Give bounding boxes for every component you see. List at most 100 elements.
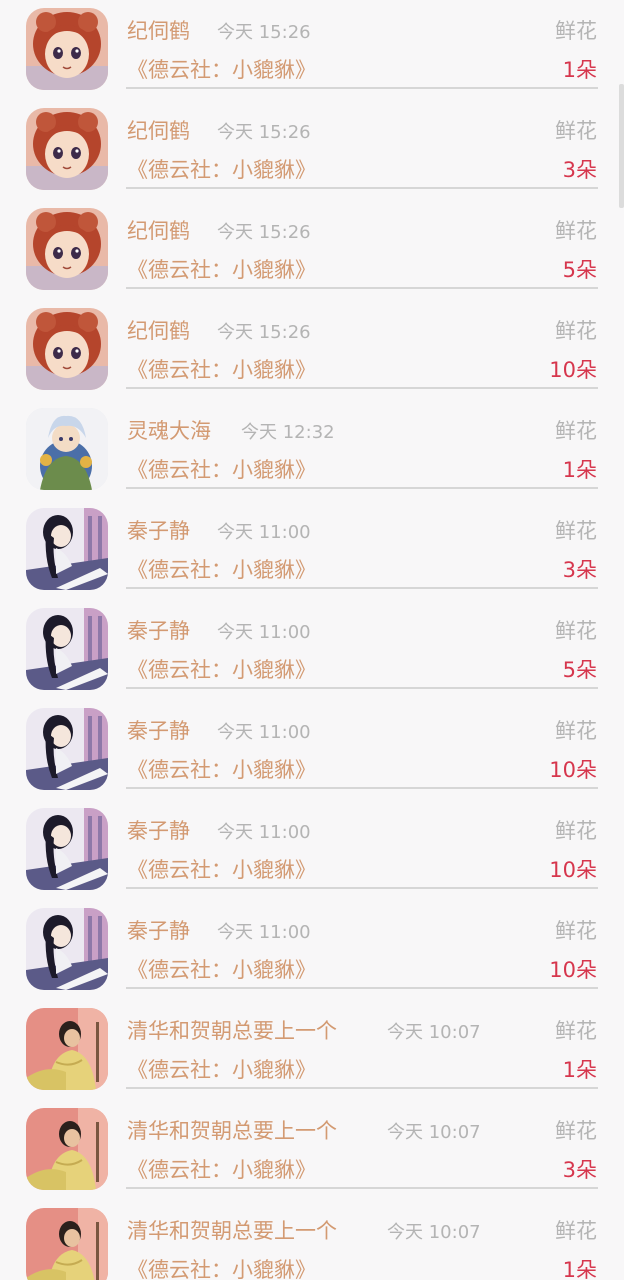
- gift-quantity: 5朵: [562, 658, 597, 682]
- book-title-link[interactable]: 《德云社：小貔貅》: [127, 1154, 316, 1184]
- timestamp: 今天 15:26: [217, 322, 311, 343]
- gift-quantity: 1朵: [562, 458, 597, 482]
- row-divider: [126, 887, 598, 889]
- anime-girl-dark-hair-avatar-icon[interactable]: [26, 608, 108, 690]
- gift-type-label: 鲜花: [555, 1019, 597, 1043]
- gift-quantity: 10朵: [549, 758, 597, 782]
- user-name[interactable]: 灵魂大海: [127, 415, 211, 445]
- user-name[interactable]: 秦子静: [127, 515, 190, 545]
- gift-quantity: 5朵: [562, 258, 597, 282]
- anime-figure-blue-avatar-icon[interactable]: [26, 408, 108, 490]
- user-name[interactable]: 清华和贺朝总要上一个: [127, 1115, 337, 1145]
- book-title-link[interactable]: 《德云社：小貔貅》: [127, 1054, 316, 1084]
- anime-girl-red-hair-avatar-icon[interactable]: [26, 108, 108, 190]
- row-divider: [126, 587, 598, 589]
- user-name[interactable]: 纪伺鹤: [127, 215, 190, 245]
- gift-record-list[interactable]: 纪伺鹤 今天 15:26 鲜花 《德云社：小貔貅》 1朵 纪伺鹤 今天 15:26 鲜花 《德云…: [0, 0, 624, 1280]
- gift-type-label: 鲜花: [555, 419, 597, 443]
- gift-record-row[interactable]: 清华和贺朝总要上一个 今天 10:07 鲜花 《德云社：小貔貅》 1朵: [0, 996, 624, 1096]
- gift-quantity: 3朵: [562, 558, 597, 582]
- row-divider: [126, 787, 598, 789]
- book-title-link[interactable]: 《德云社：小貔貅》: [127, 454, 316, 484]
- book-title-link[interactable]: 《德云社：小貔貅》: [127, 654, 316, 684]
- user-name[interactable]: 纪伺鹤: [127, 115, 190, 145]
- gift-record-row[interactable]: 纪伺鹤 今天 15:26 鲜花《德云社：小貔貅》 3朵: [0, 96, 624, 196]
- gift-record-row[interactable]: 纪伺鹤 今天 15:26 鲜花《德云社：小貔貅》 5朵: [0, 196, 624, 296]
- row-divider: [126, 687, 598, 689]
- gift-record-row[interactable]: 清华和贺朝总要上一个 今天 10:07 鲜花《德云社：小貔貅》 3朵: [0, 1096, 624, 1196]
- anime-girl-red-hair-avatar-icon[interactable]: [26, 208, 108, 290]
- gift-record-row[interactable]: 秦子静 今天 11:00 鲜花《德云社：小貔貅》 5朵: [0, 596, 624, 696]
- row-divider: [126, 87, 598, 89]
- gift-record-row[interactable]: 纪伺鹤 今天 15:26 鲜花《德云社：小貔貅》 10朵: [0, 296, 624, 396]
- user-name[interactable]: 秦子静: [127, 715, 190, 745]
- anime-girl-red-hair-avatar-icon[interactable]: [26, 308, 108, 390]
- gift-quantity: 1朵: [562, 1258, 597, 1280]
- anime-girl-dark-hair-avatar-icon[interactable]: [26, 708, 108, 790]
- book-title-link[interactable]: 《德云社：小貔貅》: [127, 54, 316, 84]
- user-name[interactable]: 秦子静: [127, 815, 190, 845]
- gift-type-label: 鲜花: [555, 1219, 597, 1243]
- gift-record-row[interactable]: 灵魂大海 今天 12:32 鲜花《德云社：小貔貅》 1朵: [0, 396, 624, 496]
- timestamp: 今天 11:00: [217, 622, 311, 643]
- gift-quantity: 10朵: [549, 358, 597, 382]
- anime-girl-dark-hair-avatar-icon[interactable]: [26, 808, 108, 890]
- book-title-link[interactable]: 《德云社：小貔貅》: [127, 1254, 316, 1280]
- gift-record-row[interactable]: 秦子静 今天 11:00 鲜花 《德云社：小貔貅》 10朵: [0, 696, 624, 796]
- user-name[interactable]: 秦子静: [127, 615, 190, 645]
- book-title-link[interactable]: 《德云社：小貔貅》: [127, 354, 316, 384]
- gift-quantity: 3朵: [562, 1158, 597, 1182]
- book-title-link[interactable]: 《德云社：小貔貅》: [127, 554, 316, 584]
- timestamp: 今天 11:00: [217, 822, 311, 843]
- gift-type-label: 鲜花: [555, 519, 597, 543]
- book-title-link[interactable]: 《德云社：小貔貅》: [127, 854, 316, 884]
- user-name[interactable]: 纪伺鹤: [127, 15, 190, 45]
- gift-type-label: 鲜花: [555, 919, 597, 943]
- gift-type-label: 鲜花: [555, 319, 597, 343]
- boy-pink-background-avatar-icon[interactable]: [26, 1008, 108, 1090]
- timestamp: 今天 11:00: [217, 922, 311, 943]
- gift-quantity: 1朵: [562, 58, 597, 82]
- anime-girl-dark-hair-avatar-icon[interactable]: [26, 908, 108, 990]
- row-divider: [126, 1087, 598, 1089]
- gift-type-label: 鲜花: [555, 819, 597, 843]
- timestamp: 今天 11:00: [217, 722, 311, 743]
- timestamp: 今天 15:26: [217, 22, 311, 43]
- book-title-link[interactable]: 《德云社：小貔貅》: [127, 754, 316, 784]
- user-name[interactable]: 清华和贺朝总要上一个: [127, 1015, 337, 1045]
- timestamp: 今天 10:07: [387, 1222, 481, 1243]
- row-divider: [126, 487, 598, 489]
- timestamp: 今天 10:07: [387, 1122, 481, 1143]
- gift-type-label: 鲜花: [555, 119, 597, 143]
- timestamp: 今天 15:26: [217, 122, 311, 143]
- timestamp: 今天 10:07: [387, 1022, 481, 1043]
- row-divider: [126, 287, 598, 289]
- gift-quantity: 10朵: [549, 858, 597, 882]
- user-name[interactable]: 秦子静: [127, 915, 190, 945]
- gift-quantity: 10朵: [549, 958, 597, 982]
- gift-record-row[interactable]: 纪伺鹤 今天 15:26 鲜花 《德云社：小貔貅》 1朵: [0, 0, 624, 96]
- gift-record-row[interactable]: 秦子静 今天 11:00 鲜花《德云社：小貔貅》 10朵: [0, 796, 624, 896]
- boy-pink-background-avatar-icon[interactable]: [26, 1108, 108, 1190]
- timestamp: 今天 11:00: [217, 522, 311, 543]
- book-title-link[interactable]: 《德云社：小貔貅》: [127, 154, 316, 184]
- boy-pink-background-avatar-icon[interactable]: [26, 1208, 108, 1280]
- gift-type-label: 鲜花: [555, 619, 597, 643]
- row-divider: [126, 987, 598, 989]
- gift-record-row[interactable]: 秦子静 今天 11:00 鲜花《德云社：小貔貅》 10朵: [0, 896, 624, 996]
- anime-girl-dark-hair-avatar-icon[interactable]: [26, 508, 108, 590]
- timestamp: 今天 12:32: [241, 422, 335, 443]
- gift-type-label: 鲜花: [555, 219, 597, 243]
- timestamp: 今天 15:26: [217, 222, 311, 243]
- anime-girl-red-hair-avatar-icon[interactable]: [26, 8, 108, 90]
- row-divider: [126, 1187, 598, 1189]
- gift-type-label: 鲜花: [555, 1119, 597, 1143]
- book-title-link[interactable]: 《德云社：小貔貅》: [127, 954, 316, 984]
- gift-quantity: 3朵: [562, 158, 597, 182]
- user-name[interactable]: 纪伺鹤: [127, 315, 190, 345]
- book-title-link[interactable]: 《德云社：小貔貅》: [127, 254, 316, 284]
- row-divider: [126, 387, 598, 389]
- gift-record-row[interactable]: 清华和贺朝总要上一个 今天 10:07 鲜花《德云社：小貔貅》 1朵: [0, 1196, 624, 1280]
- user-name[interactable]: 清华和贺朝总要上一个: [127, 1215, 337, 1245]
- gift-record-row[interactable]: 秦子静 今天 11:00 鲜花《德云社：小貔貅》 3朵: [0, 496, 624, 596]
